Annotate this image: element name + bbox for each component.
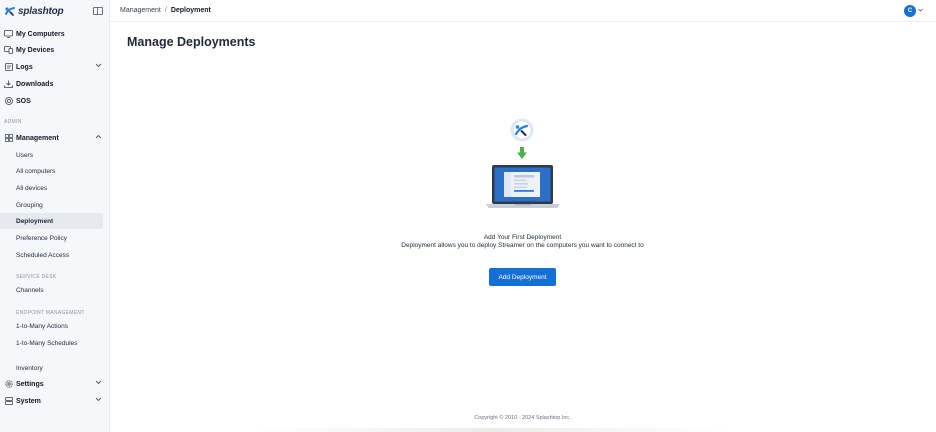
section-label-endpoint-management: ENDPOINT MANAGEMENT bbox=[16, 310, 85, 316]
brand-name: splashtop bbox=[18, 5, 64, 17]
sidebar-subitem-1-to-many-actions[interactable]: 1-to-Many Actions bbox=[0, 318, 103, 334]
sidebar-item-label: Management bbox=[16, 134, 59, 142]
devices-icon bbox=[4, 46, 13, 55]
bottom-divider bbox=[250, 428, 730, 432]
sidebar-subitem-channels[interactable]: Channels bbox=[0, 282, 103, 298]
top-header: Management / Deployment C bbox=[110, 0, 936, 22]
breadcrumb-separator: / bbox=[164, 7, 167, 14]
sidebar-item-label: Downloads bbox=[16, 80, 54, 88]
section-label-admin: ADMIN bbox=[4, 119, 22, 125]
sidebar-item-label: System bbox=[16, 397, 41, 405]
sidebar-subitem-deployment[interactable]: Deployment bbox=[0, 213, 103, 229]
download-icon bbox=[4, 80, 13, 89]
sidebar-subitem-all-devices[interactable]: All devices bbox=[0, 180, 103, 196]
sidebar-subitem-all-computers[interactable]: All computers bbox=[0, 163, 103, 179]
grid-icon bbox=[4, 134, 13, 143]
sidebar-item-logs[interactable]: Logs bbox=[0, 59, 110, 75]
avatar[interactable]: C bbox=[904, 5, 916, 17]
sidebar-subitem-1-to-many-schedules[interactable]: 1-to-Many Schedules bbox=[0, 335, 103, 351]
add-deployment-button[interactable]: Add Deployment bbox=[489, 268, 556, 286]
gear-icon bbox=[4, 380, 13, 389]
sidebar-item-my-computers[interactable]: My Computers bbox=[0, 26, 110, 42]
section-label-service-desk: SERVICE DESK bbox=[16, 274, 57, 280]
sidebar-collapse-icon[interactable] bbox=[93, 7, 103, 15]
chevron-down-icon[interactable] bbox=[95, 380, 102, 385]
chevron-down-icon[interactable] bbox=[95, 63, 102, 68]
sidebar-item-settings[interactable]: Settings bbox=[0, 376, 110, 392]
sidebar-subitem-preference-policy[interactable]: Preference Policy bbox=[0, 230, 103, 246]
breadcrumb-management[interactable]: Management bbox=[120, 7, 161, 14]
sidebar-item-label: My Computers bbox=[16, 30, 65, 38]
lifebuoy-icon bbox=[4, 97, 13, 106]
splashtop-badge-icon bbox=[510, 118, 534, 142]
breadcrumb-deployment: Deployment bbox=[170, 7, 211, 14]
sidebar-item-label: SOS bbox=[16, 97, 31, 105]
sidebar-subitem-scheduled-access[interactable]: Scheduled Access bbox=[0, 247, 103, 263]
sidebar-subitem-users[interactable]: Users bbox=[0, 147, 103, 163]
server-icon bbox=[4, 397, 13, 406]
sidebar-item-label: My Devices bbox=[16, 46, 55, 54]
caret-down-icon[interactable] bbox=[918, 8, 923, 12]
log-icon bbox=[4, 63, 13, 72]
sidebar-item-sos[interactable]: SOS bbox=[0, 93, 110, 109]
sidebar-item-system[interactable]: System bbox=[0, 393, 110, 409]
sidebar-item-label: Logs bbox=[16, 63, 33, 71]
chevron-up-icon[interactable] bbox=[95, 134, 102, 139]
sidebar-item-label: Settings bbox=[16, 380, 44, 388]
page-title: Manage Deployments bbox=[127, 35, 256, 49]
footer-copyright: Copyright © 2010 - 2024 Splashtop Inc. bbox=[474, 415, 571, 421]
sidebar-item-management[interactable]: Management bbox=[0, 130, 110, 146]
sidebar-subitem-grouping[interactable]: Grouping bbox=[0, 197, 103, 213]
empty-state-description: Deployment allows you to deploy Streamer… bbox=[401, 242, 644, 249]
sidebar-item-downloads[interactable]: Downloads bbox=[0, 76, 110, 92]
sidebar: splashtop My Computers My Devices Logs D… bbox=[0, 0, 110, 432]
download-arrow-icon bbox=[517, 147, 527, 159]
laptop-icon bbox=[486, 165, 560, 208]
chevron-down-icon[interactable] bbox=[95, 397, 102, 402]
empty-state-title: Add Your First Deployment bbox=[483, 234, 562, 241]
splashtop-logo-icon bbox=[5, 6, 15, 16]
sidebar-item-my-devices[interactable]: My Devices bbox=[0, 42, 110, 58]
splashtop-logo[interactable]: splashtop bbox=[4, 5, 64, 17]
monitor-icon bbox=[4, 30, 13, 39]
brand-bar: splashtop bbox=[0, 0, 109, 22]
deployment-illustration bbox=[486, 118, 560, 208]
sidebar-subitem-inventory[interactable]: Inventory bbox=[0, 360, 103, 376]
